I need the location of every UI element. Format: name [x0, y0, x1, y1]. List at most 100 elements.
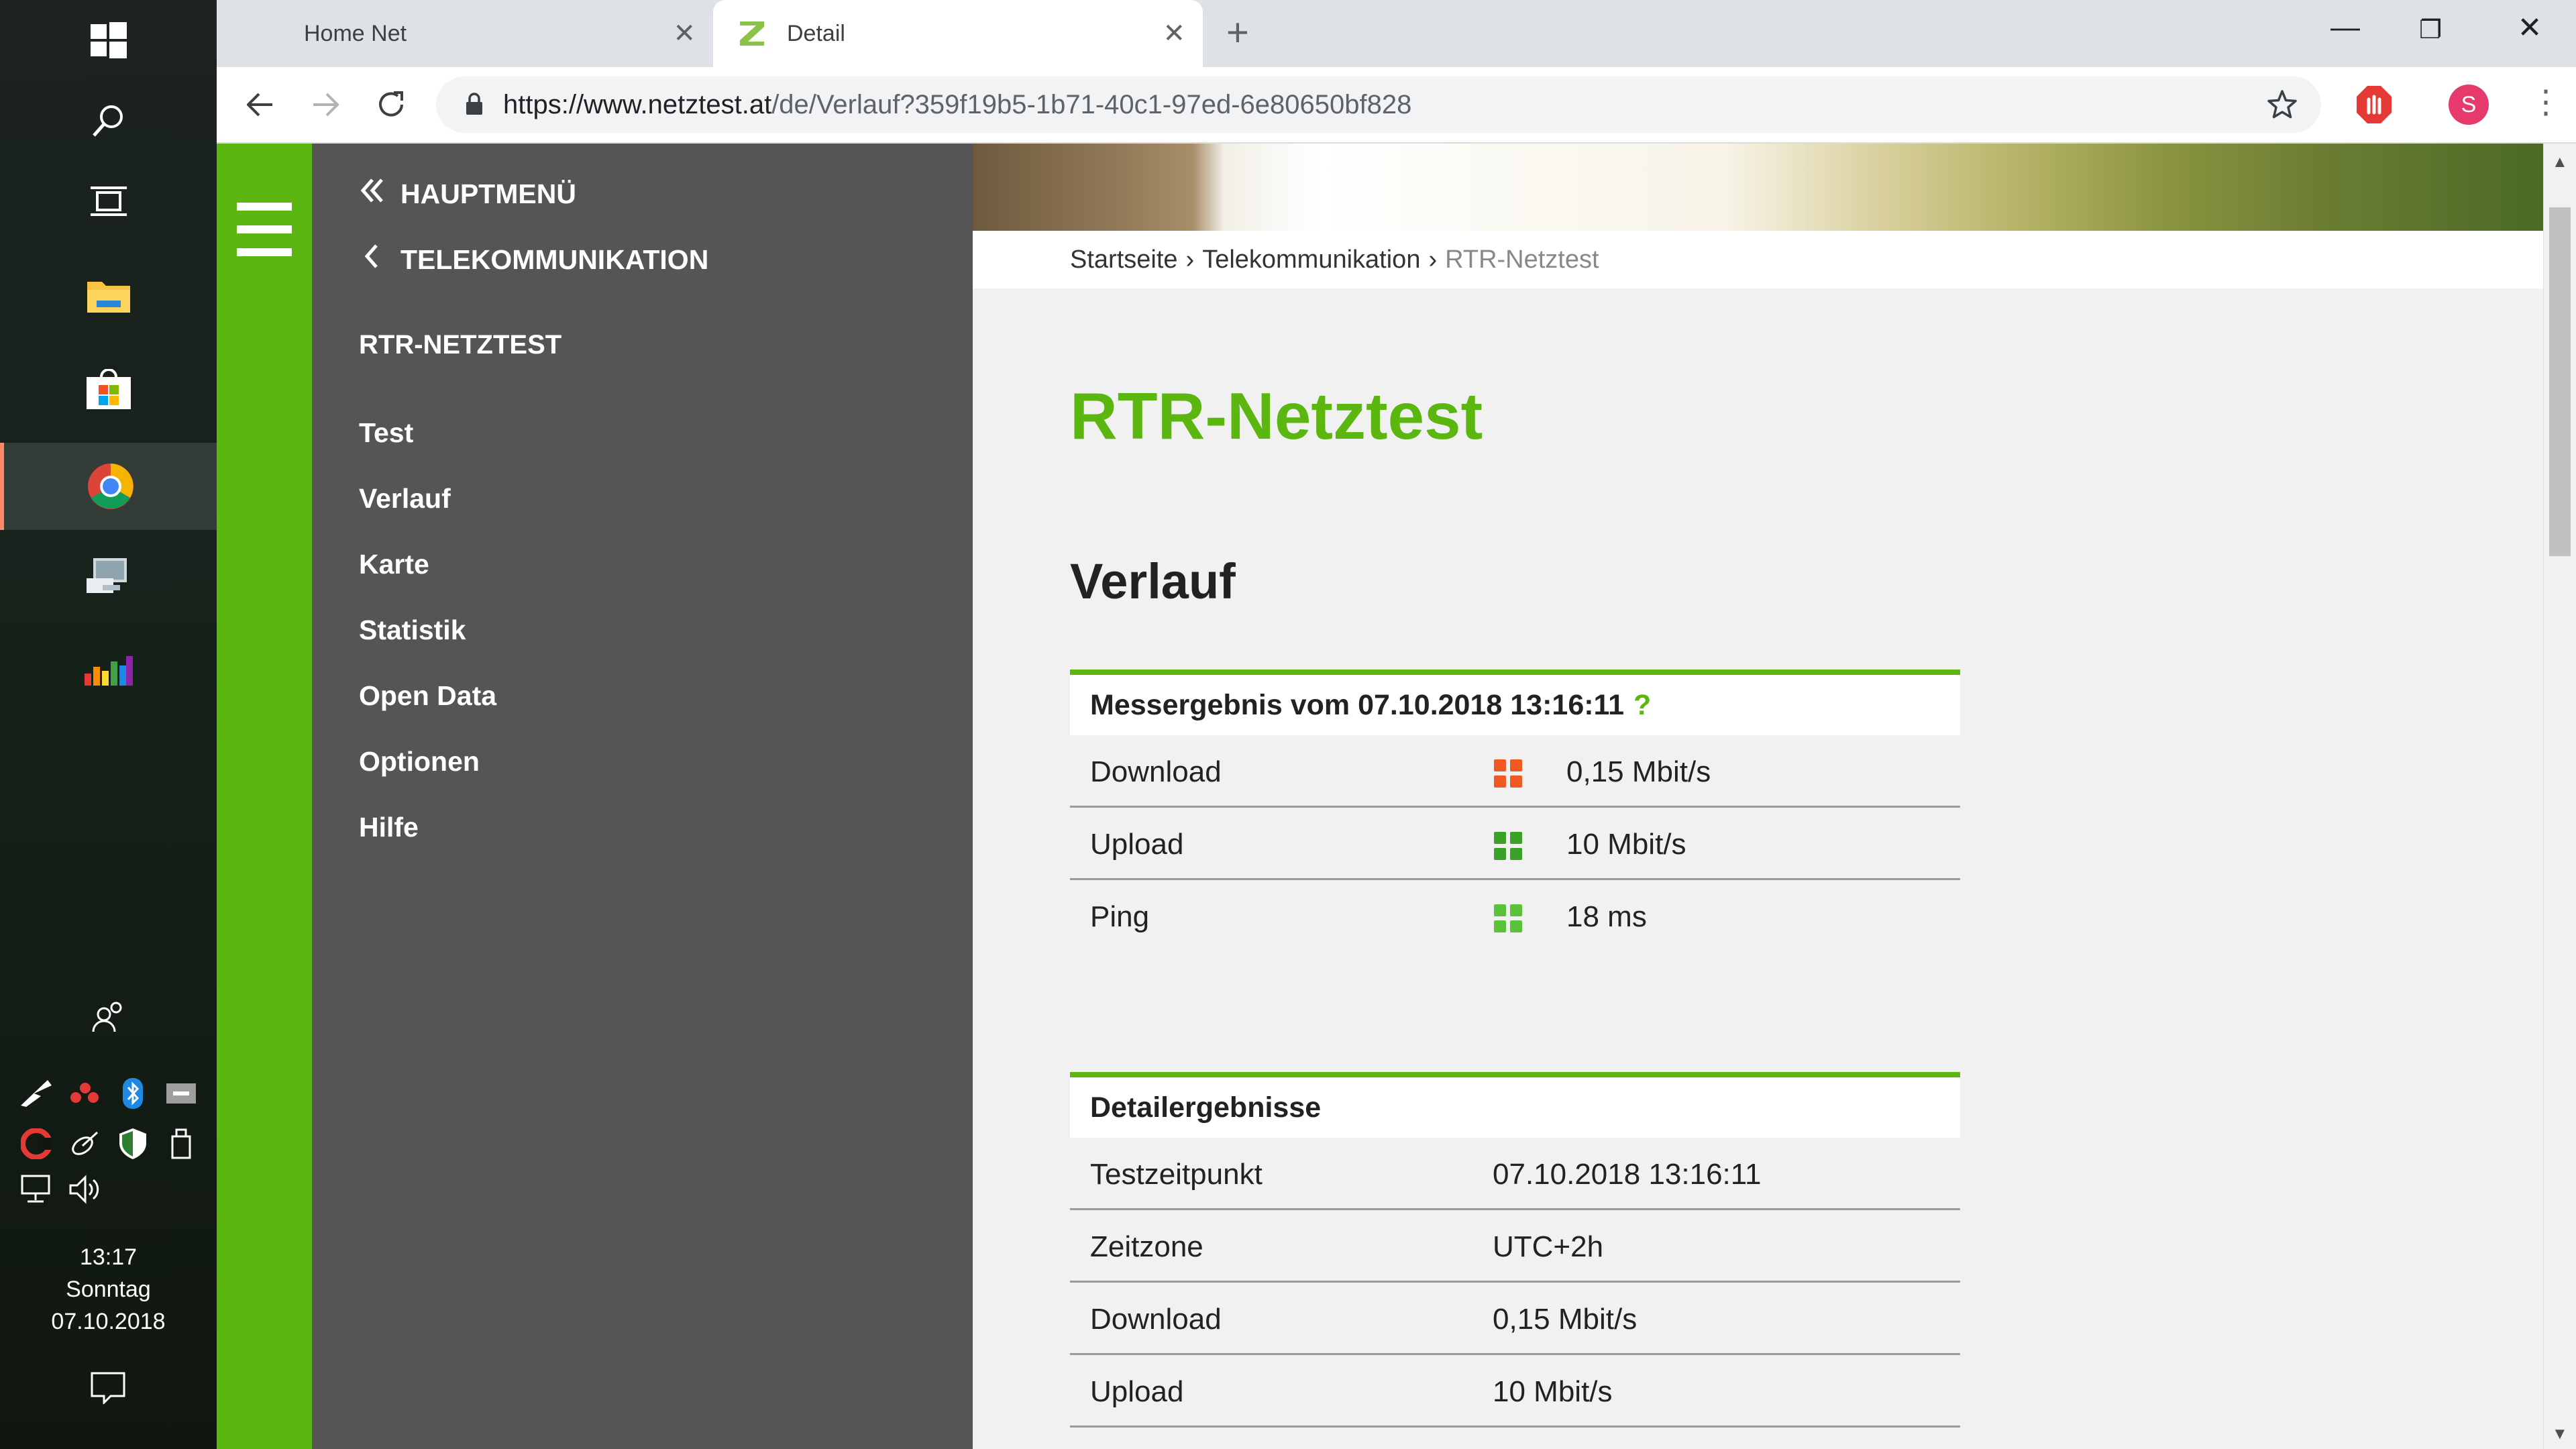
- row-label: Upload: [1090, 828, 1184, 861]
- browser-menu-icon[interactable]: ⋮: [2530, 83, 2562, 121]
- table-row: Zeitzone UTC+2h: [1070, 1210, 1960, 1283]
- row-label: Ping: [1090, 900, 1150, 933]
- row-value: 10 Mbit/s: [1493, 1375, 1613, 1408]
- scroll-down-arrow-icon[interactable]: ▼: [2552, 1425, 2568, 1444]
- main-content: Startseite › Telekommunikation › RTR-Netztes…: [973, 144, 2576, 1449]
- restore-icon[interactable]: ❐: [2410, 15, 2451, 45]
- row-label: Download: [1090, 1303, 1222, 1336]
- file-explorer-icon[interactable]: [0, 255, 217, 335]
- table-row: Ping 18 ms: [1070, 880, 1960, 951]
- page-title: RTR-Netztest: [1070, 379, 1483, 453]
- profile-avatar[interactable]: S: [2449, 85, 2489, 125]
- url-path: /de/Verlauf?359f19b5-1b71-40c1-97ed-6e80…: [771, 90, 1412, 119]
- detail-results-table: Detailergebnisse Testzeitpunkt 07.10.201…: [1070, 1072, 1960, 1428]
- table-row: Download 0,15 Mbit/s: [1070, 735, 1960, 808]
- network-icon[interactable]: [20, 1173, 54, 1206]
- row-value: 07.10.2018 13:16:11: [1493, 1158, 1762, 1191]
- clock-day: Sonntag: [66, 1277, 151, 1302]
- usb-icon[interactable]: [164, 1127, 198, 1161]
- url-text: https://www.netztest.at/de/Verlauf?359f1…: [503, 90, 1411, 120]
- nav-back-main-label: HAUPTMENÜ: [400, 178, 576, 209]
- action-center-icon[interactable]: [91, 1372, 125, 1407]
- back-icon[interactable]: [240, 85, 280, 125]
- scrollbar-thumb[interactable]: [2549, 207, 2571, 556]
- sidebar-item-karte[interactable]: Karte: [359, 549, 429, 580]
- defender-icon[interactable]: [116, 1127, 150, 1161]
- sidebar-item-verlauf[interactable]: Verlauf: [359, 483, 451, 515]
- row-value: 0,15 Mbit/s: [1566, 755, 1711, 788]
- close-icon[interactable]: ✕: [673, 18, 696, 49]
- rating-indicator-icon: [1494, 832, 1522, 860]
- breadcrumb-bar: Startseite › Telekommunikation › RTR-Netztes…: [973, 231, 2544, 288]
- chrome-icon[interactable]: [0, 443, 217, 530]
- aorus-icon[interactable]: [19, 1077, 53, 1110]
- windows-start-icon[interactable]: [0, 0, 217, 80]
- chrome-browser-window: Home Net ✕ Detail ✕ + — ❐ ✕ https://www.…: [217, 0, 2576, 1449]
- result-heading-text: Messergebnis vom 07.10.2018 13:16:11: [1090, 688, 1625, 721]
- store-icon[interactable]: [0, 349, 217, 429]
- help-link[interactable]: ?: [1633, 689, 1651, 722]
- vertical-scrollbar[interactable]: ▲ ▼: [2543, 144, 2576, 1449]
- address-bar[interactable]: https://www.netztest.at/de/Verlauf?359f1…: [436, 76, 2321, 133]
- table-row: Download 0,15 Mbit/s: [1070, 1283, 1960, 1355]
- nav-back-main-menu[interactable]: HAUPTMENÜ: [359, 177, 576, 211]
- section-title: Verlauf: [1070, 553, 1236, 609]
- reload-icon[interactable]: [371, 85, 411, 125]
- search-icon[interactable]: [0, 80, 217, 161]
- equalizer-app-icon[interactable]: [0, 631, 217, 711]
- url-host: https://www.netztest.at: [503, 90, 772, 119]
- sidebar-item-hilfe[interactable]: Hilfe: [359, 812, 419, 843]
- row-value: 0,15 Mbit/s: [1493, 1303, 1638, 1336]
- bookmark-star-icon[interactable]: [2266, 89, 2298, 124]
- windows-taskbar: 13:17 Sonntag 07.10.2018: [0, 0, 217, 1449]
- system-clock[interactable]: 13:17 Sonntag 07.10.2018: [0, 1241, 217, 1338]
- measurement-result-table: Messergebnis vom 07.10.2018 13:16:11 ? D…: [1070, 669, 1960, 951]
- keyboard-icon[interactable]: [164, 1077, 198, 1110]
- row-value: UTC+2h: [1493, 1230, 1604, 1263]
- people-icon[interactable]: [0, 989, 217, 1043]
- nav-back-telecom-label: TELEKOMMUNIKATION: [400, 244, 709, 275]
- tab-strip: Home Net ✕ Detail ✕ + — ❐ ✕: [217, 0, 2576, 67]
- adblock-extension-icon[interactable]: [2357, 86, 2392, 127]
- double-chevron-left-icon: [359, 177, 386, 211]
- row-label: Upload: [1090, 1375, 1184, 1408]
- sidebar-item-optionen[interactable]: Optionen: [359, 746, 480, 777]
- table-row: Testzeitpunkt 07.10.2018 13:16:11: [1070, 1138, 1960, 1210]
- breadcrumb-chevron-icon: ›: [1185, 246, 1195, 274]
- bluetooth-icon[interactable]: [116, 1077, 150, 1110]
- page-viewport: HAUPTMENÜ TELEKOMMUNIKATION RTR-NETZTEST…: [217, 144, 2576, 1449]
- sidebar-item-statistik[interactable]: Statistik: [359, 614, 466, 646]
- forward-icon[interactable]: [305, 85, 345, 125]
- ccleaner-icon[interactable]: [19, 1127, 53, 1161]
- table-row: Upload 10 Mbit/s: [1070, 808, 1960, 880]
- result-heading: Messergebnis vom 07.10.2018 13:16:11 ?: [1070, 669, 1960, 735]
- breadcrumb: Startseite › Telekommunikation › RTR-Netztes…: [1070, 246, 1599, 274]
- new-tab-button[interactable]: +: [1226, 13, 1249, 52]
- satellite-icon[interactable]: [68, 1127, 101, 1161]
- lock-icon[interactable]: [466, 93, 483, 119]
- task-view-icon[interactable]: [0, 161, 217, 241]
- browser-toolbar: https://www.netztest.at/de/Verlauf?359f1…: [217, 67, 2576, 144]
- hamburger-menu-icon[interactable]: [237, 203, 292, 271]
- red-app-icon[interactable]: [68, 1077, 101, 1110]
- volume-icon[interactable]: [68, 1173, 102, 1206]
- network-computer-icon[interactable]: [0, 537, 217, 617]
- tab-home-net[interactable]: Home Net ✕: [217, 0, 713, 67]
- row-label: Zeitzone: [1090, 1230, 1203, 1263]
- scroll-up-arrow-icon[interactable]: ▲: [2552, 153, 2568, 172]
- breadcrumb-link-startseite[interactable]: Startseite: [1070, 246, 1178, 274]
- minimize-icon[interactable]: —: [2325, 11, 2365, 44]
- hero-banner-image: [973, 144, 2544, 231]
- breadcrumb-chevron-icon: ›: [1428, 246, 1438, 274]
- close-icon[interactable]: ✕: [1163, 18, 1185, 49]
- breadcrumb-link-telekommunikation[interactable]: Telekommunikation: [1202, 246, 1420, 274]
- nav-back-telecom[interactable]: TELEKOMMUNIKATION: [359, 243, 708, 276]
- clock-time: 13:17: [79, 1244, 138, 1270]
- sidebar-item-open-data[interactable]: Open Data: [359, 680, 496, 712]
- tab-detail[interactable]: Detail ✕: [713, 0, 1203, 67]
- sidebar-item-test[interactable]: Test: [359, 417, 413, 449]
- menu-toggle-bar: [217, 144, 312, 1449]
- window-close-icon[interactable]: ✕: [2510, 11, 2550, 45]
- chevron-left-icon: [359, 243, 386, 276]
- row-label: Testzeitpunkt: [1090, 1158, 1263, 1191]
